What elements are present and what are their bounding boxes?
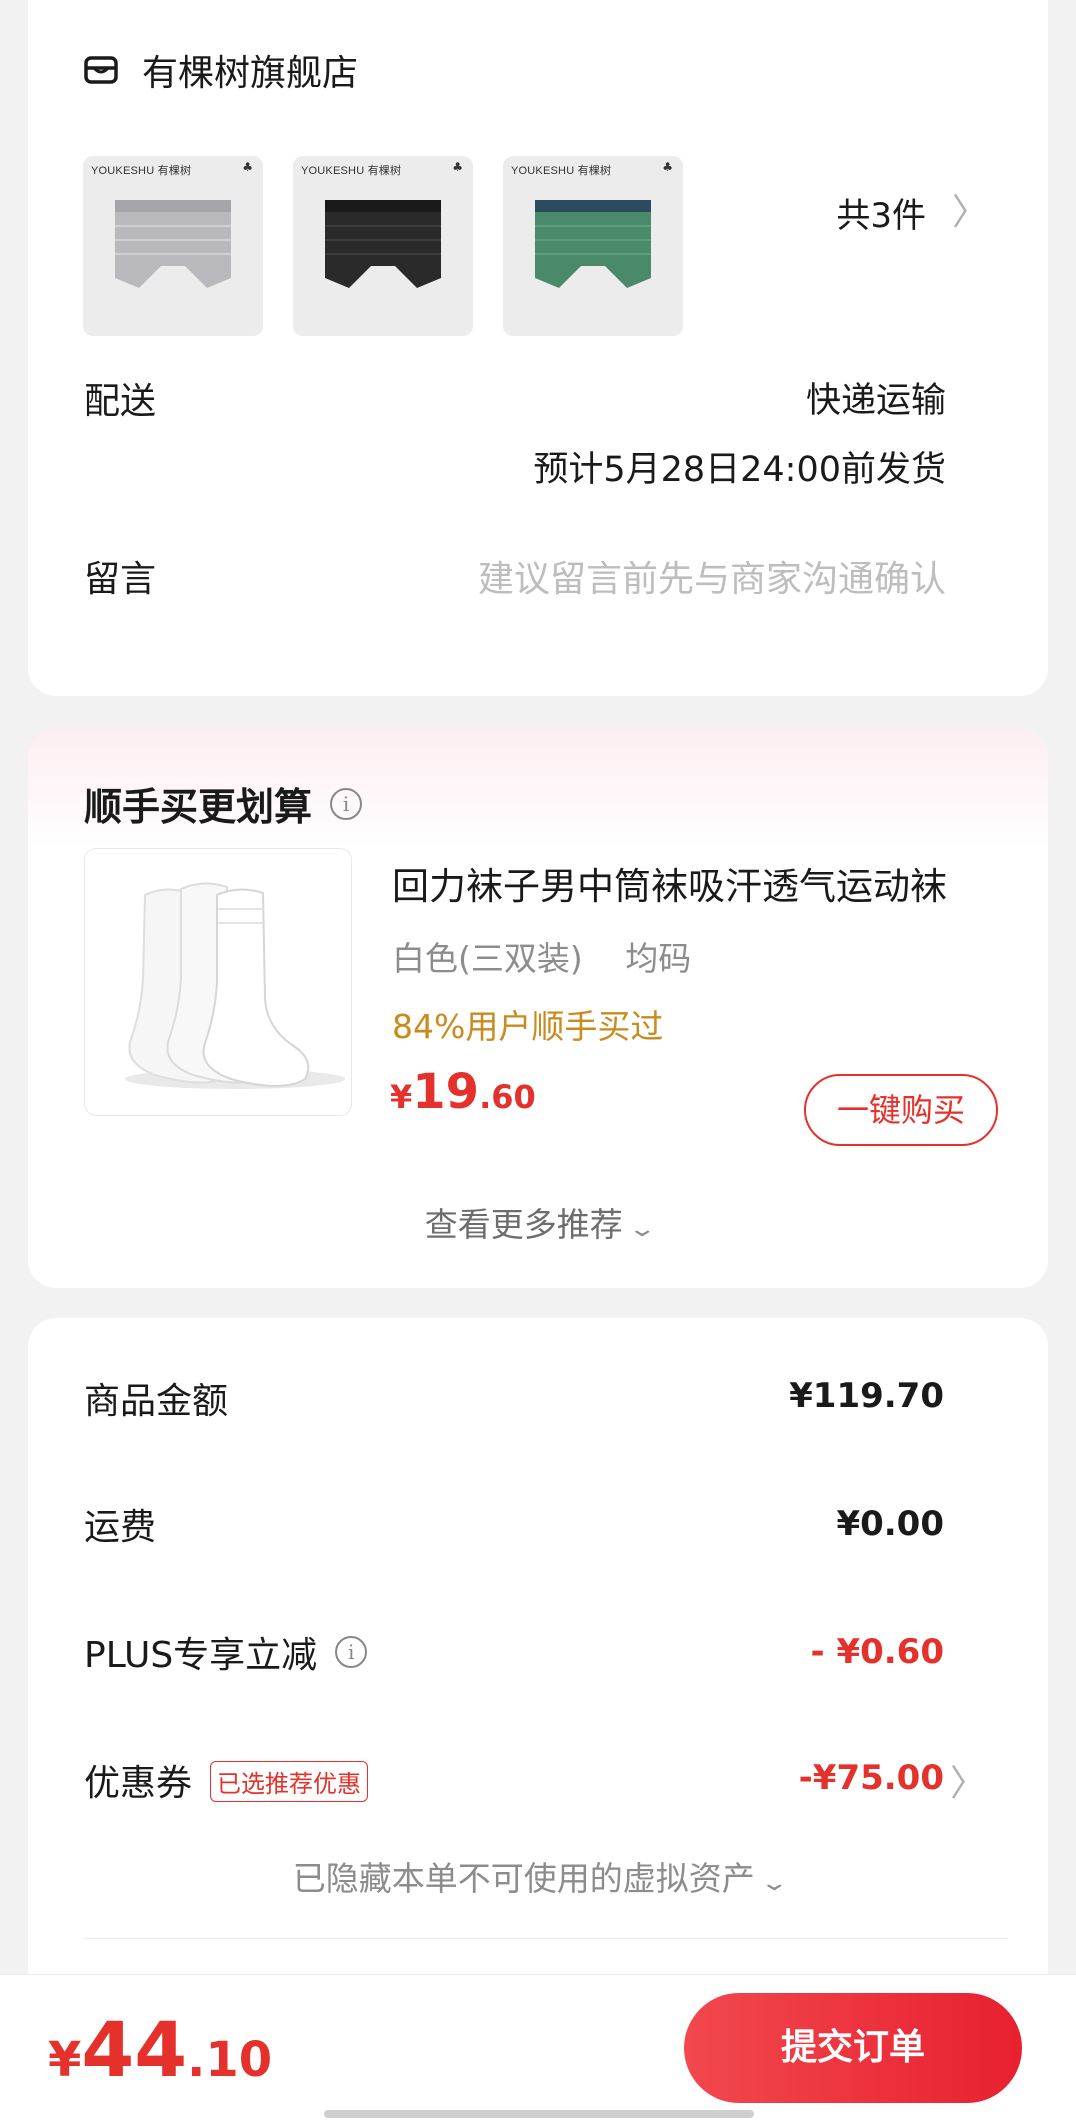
thumb-brand: YOUKESHU 有棵树 (511, 165, 612, 177)
shipping-label: 运费 (84, 1507, 157, 1548)
coupon-tag: 已选推荐优惠 (210, 1760, 369, 1802)
one-click-buy-button[interactable]: 一键购买 (804, 1074, 998, 1146)
shop-name: 有棵树旗舰店 (142, 53, 359, 94)
item-count-text: 共3件 (836, 196, 926, 236)
item-count[interactable]: 共3件 〉 (836, 188, 988, 237)
price-symbol: ¥ (390, 1078, 413, 1116)
brand-mark-icon: ♣ (662, 160, 673, 174)
goods-amount-label: 商品金额 (84, 1381, 229, 1422)
brand-mark-icon: ♣ (452, 160, 463, 174)
chevron-down-icon: ⌄ (627, 1217, 657, 1242)
price-decimal: .60 (479, 1078, 536, 1116)
home-indicator[interactable] (324, 2110, 754, 2118)
coupon-row[interactable]: 优惠券 已选推荐优惠 (84, 1754, 369, 1806)
delivery-label: 配送 (84, 381, 157, 422)
total-decimal: .10 (187, 2032, 273, 2088)
plus-discount-label: PLUS专享立减 (84, 1635, 318, 1676)
delivery-info[interactable]: 快递运输 预计5月28日24:00前发货 (533, 372, 946, 492)
underwear-grey-image (115, 200, 231, 288)
upsell-spec: 白色(三双装) 均码 (392, 932, 691, 980)
spec-size: 均码 (625, 939, 692, 978)
shop-card: 有棵树旗舰店 YOUKESHU 有棵树 ♣ YOUKESHU 有棵树 ♣ YOU… (28, 0, 1048, 696)
goods-amount-value: ¥119.70 (789, 1376, 944, 1416)
total-integer: 44 (81, 2005, 188, 2094)
underwear-green-image (535, 200, 651, 288)
product-thumb-1[interactable]: YOUKESHU 有棵树 ♣ (83, 156, 263, 336)
plus-discount-row: PLUS专享立减 i (84, 1626, 368, 1678)
store-icon (84, 56, 118, 84)
price-integer: 19 (412, 1064, 480, 1120)
info-icon[interactable]: i (335, 1636, 368, 1668)
total-symbol: ¥ (48, 2032, 82, 2088)
more-recommendations[interactable]: 查看更多推荐 ⌄ (28, 1198, 1048, 1246)
bought-rate: 84%用户顺手买过 (392, 1007, 664, 1046)
upsell-title-text: 顺手买更划算 (84, 785, 313, 829)
socks-picture (125, 882, 345, 1089)
hidden-assets-toggle[interactable]: 已隐藏本单不可使用的虚拟资产 ⌄ (28, 1852, 1048, 1900)
upsell-price: ¥ 19 .60 (390, 1064, 536, 1120)
submit-order-button[interactable]: 提交订单 (684, 1993, 1022, 2103)
remark-input[interactable]: 建议留言前先与商家沟通确认 (478, 550, 946, 602)
chevron-right-icon: 〉 (951, 191, 988, 233)
delivery-eta: 预计5月28日24:00前发货 (533, 450, 946, 490)
info-icon[interactable]: i (330, 787, 363, 820)
price-summary-card: 商品金额 ¥119.70 运费 ¥0.00 PLUS专享立减 i - ¥0.60… (28, 1318, 1048, 1998)
shipping-value: ¥0.00 (836, 1504, 944, 1544)
brand-mark-icon: ♣ (242, 160, 253, 174)
chevron-right-icon[interactable]: 〉 (950, 1754, 986, 1806)
thumb-brand: YOUKESHU 有棵树 (91, 165, 192, 177)
coupon-value[interactable]: -¥75.00 (799, 1758, 944, 1798)
plus-discount-value: - ¥0.60 (810, 1632, 945, 1672)
underwear-black-image (325, 200, 441, 288)
order-total: ¥ 44 .10 (48, 2005, 272, 2094)
product-thumb-2[interactable]: YOUKESHU 有棵树 ♣ (293, 156, 473, 336)
upsell-product-name[interactable]: 回力袜子男中筒袜吸汗透气运动袜 (392, 856, 992, 910)
shop-header[interactable]: 有棵树旗舰店 (84, 44, 358, 96)
checkout-bar: ¥ 44 .10 提交订单 (0, 1974, 1076, 2124)
spec-color: 白色(三双装) (392, 939, 583, 978)
delivery-method: 快递运输 (805, 381, 946, 421)
product-thumb-3[interactable]: YOUKESHU 有棵树 ♣ (503, 156, 683, 336)
upsell-title: 顺手买更划算 i (84, 776, 363, 831)
more-recommendations-label: 查看更多推荐 (424, 1205, 623, 1244)
remark-label: 留言 (84, 559, 157, 600)
coupon-label: 优惠券 (84, 1763, 193, 1804)
chevron-down-icon: ⌄ (759, 1871, 789, 1896)
upsell-card: 顺手买更划算 i 回力袜子男中筒袜吸汗透气运动袜 白色(三双装) 均码 84%用… (28, 728, 1048, 1288)
hidden-assets-label: 已隐藏本单不可使用的虚拟资产 (292, 1859, 755, 1898)
divider (84, 1938, 1008, 1939)
thumb-brand: YOUKESHU 有棵树 (301, 165, 402, 177)
socks-image[interactable] (84, 848, 352, 1116)
